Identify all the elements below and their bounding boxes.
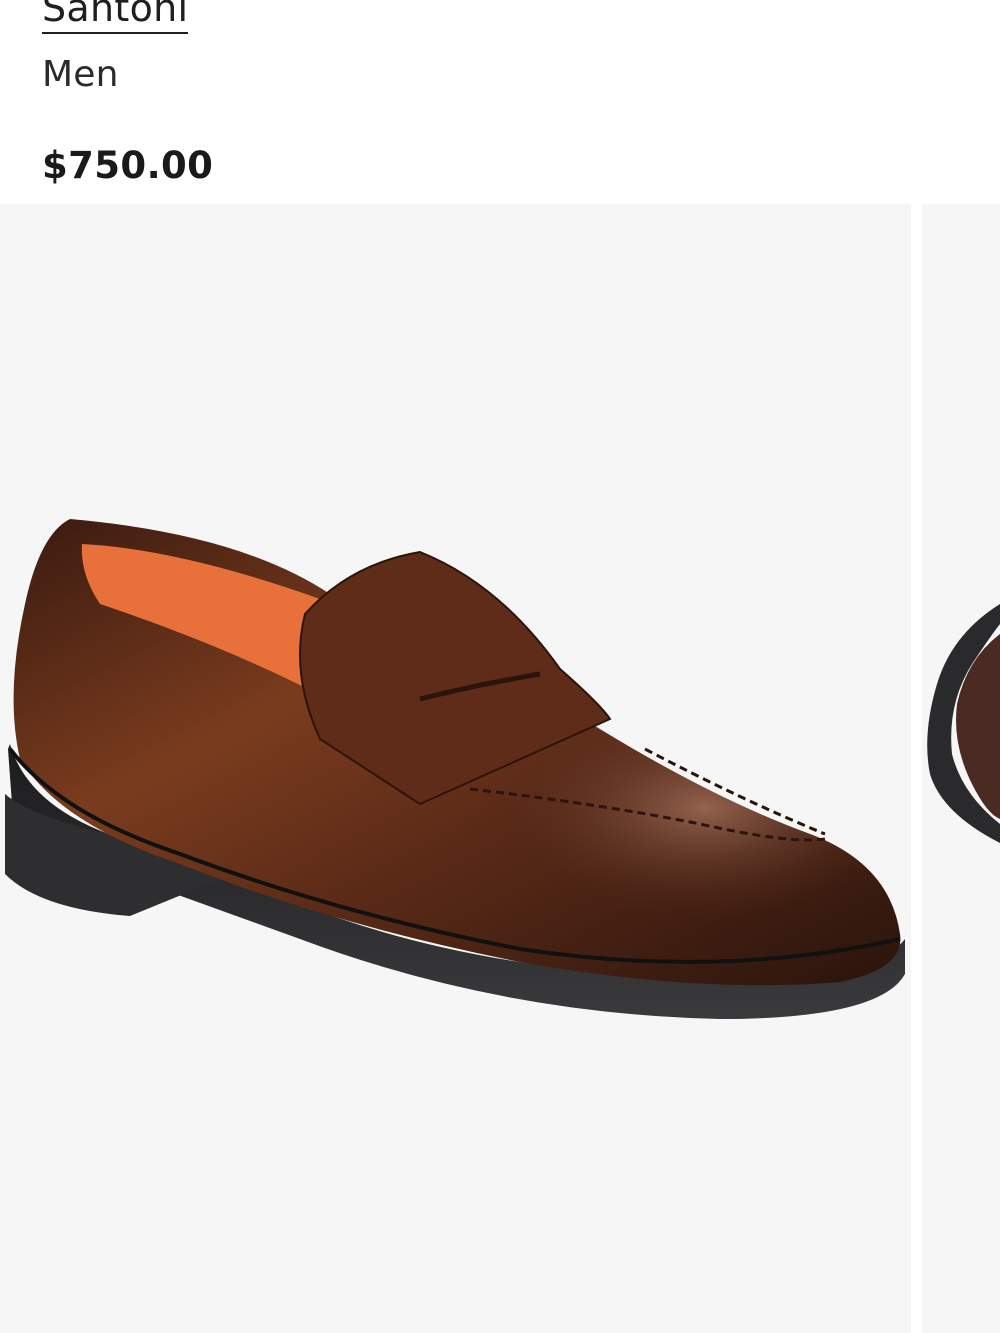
loafer-image <box>5 519 905 1019</box>
product-image-next[interactable] <box>922 204 1000 1333</box>
product-price: $750.00 <box>42 144 214 187</box>
loafer-image-alt <box>927 604 1000 843</box>
product-image-main[interactable] <box>0 204 911 1333</box>
product-header: Santoni Men $750.00 <box>42 0 942 204</box>
product-image-carousel[interactable] <box>0 204 1000 1333</box>
product-category: Men <box>42 54 119 95</box>
brand-link[interactable]: Santoni <box>42 0 189 34</box>
